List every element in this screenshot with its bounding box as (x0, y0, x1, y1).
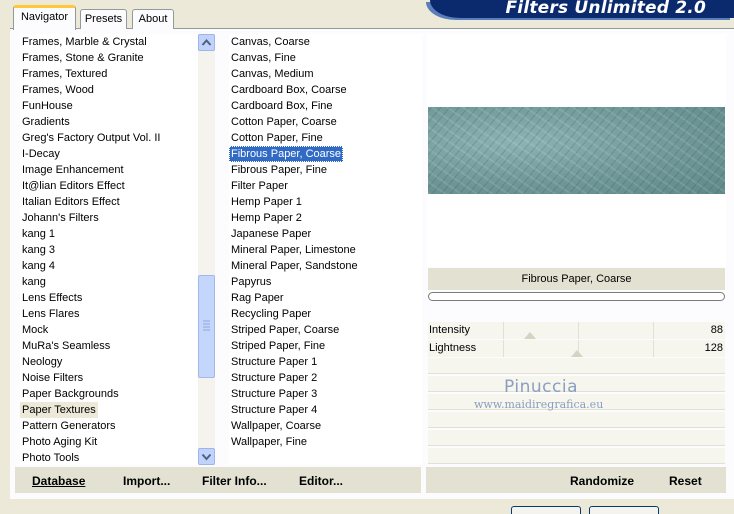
category-list-item[interactable]: Noise Filters (20, 370, 85, 386)
tab-navigator[interactable]: Navigator (13, 5, 76, 30)
filter-list-item[interactable]: Structure Paper 4 (229, 402, 319, 418)
category-list-item[interactable]: Johann's Filters (20, 210, 101, 226)
category-list-item[interactable]: kang (20, 274, 48, 290)
randomize-button[interactable]: Randomize (570, 474, 634, 488)
app-title: Filters Unlimited 2.0 (505, 0, 706, 18)
filter-list-item[interactable]: Structure Paper 3 (229, 386, 319, 402)
filter-list-item[interactable]: Striped Paper, Coarse (229, 322, 341, 338)
filter-list-item[interactable]: Hemp Paper 1 (229, 194, 304, 210)
filter-list-item[interactable]: Cotton Paper, Coarse (229, 114, 339, 130)
category-list-item[interactable]: MuRa's Seamless (20, 338, 112, 354)
category-list-item[interactable]: kang 1 (20, 226, 57, 242)
filter-list[interactable]: Canvas, Coarse Canvas, Fine Canvas, Medium… (229, 34, 422, 465)
editor-button[interactable]: Editor... (299, 474, 343, 488)
import-button[interactable]: Import... (123, 474, 170, 488)
category-list-item[interactable]: Italian Editors Effect (20, 194, 122, 210)
database-button[interactable]: Database (32, 474, 85, 488)
slider-thumb[interactable] (524, 332, 536, 339)
title-banner: Filters Unlimited 2.0 (430, 0, 734, 18)
reset-button[interactable]: Reset (669, 474, 702, 488)
filter-list-item[interactable]: Mineral Paper, Limestone (229, 242, 358, 258)
category-list-item[interactable]: Paper Textures (20, 402, 98, 418)
category-list-item[interactable]: kang 4 (20, 258, 57, 274)
category-list-item[interactable]: Mock (20, 322, 50, 338)
slider-thumb[interactable] (571, 350, 583, 357)
empty-slider-row (428, 358, 725, 374)
category-list-item[interactable]: Neology (20, 354, 64, 370)
filter-list-item[interactable]: Structure Paper 1 (229, 354, 319, 370)
texture-preview-image (428, 107, 725, 194)
category-list-item[interactable]: Paper Backgrounds (20, 386, 121, 402)
category-scrollbar[interactable] (198, 34, 215, 465)
category-list-item[interactable]: Greg's Factory Output Vol. II (20, 130, 162, 146)
slider-value: 128 (704, 342, 723, 354)
filter-list-item[interactable]: Rag Paper (229, 290, 286, 306)
category-list-item[interactable]: Frames, Marble & Crystal (20, 34, 149, 50)
filter-info-button[interactable]: Filter Info... (202, 474, 267, 488)
category-list-item[interactable]: Lens Effects (20, 290, 84, 306)
filter-list-item[interactable]: Wallpaper, Coarse (229, 418, 323, 434)
empty-slider-row (428, 430, 725, 446)
category-list-item[interactable]: Gradients (20, 114, 72, 130)
filter-list-item[interactable]: Fibrous Paper, Fine (229, 162, 329, 178)
slider-intensity[interactable]: Intensity 88 (428, 322, 725, 339)
slider-label: Lightness (429, 342, 477, 354)
slider-lightness[interactable]: Lightness 128 (428, 340, 725, 357)
category-list-item[interactable]: Frames, Textured (20, 66, 109, 82)
selected-filter-name: Fibrous Paper, Coarse (428, 268, 725, 290)
scroll-up-button[interactable] (198, 34, 215, 51)
filter-list-item[interactable]: Hemp Paper 2 (229, 210, 304, 226)
slider-label: Intensity (429, 324, 470, 336)
filter-list-item[interactable]: Canvas, Fine (229, 50, 298, 66)
filter-list-item[interactable]: Canvas, Medium (229, 66, 316, 82)
filter-list-item[interactable]: Wallpaper, Fine (229, 434, 309, 450)
scroll-down-button[interactable] (198, 448, 215, 465)
empty-slider-row (428, 412, 725, 428)
filter-list-item[interactable]: Cardboard Box, Coarse (229, 82, 349, 98)
category-list-item[interactable]: Pattern Generators (20, 418, 118, 434)
category-list-item[interactable]: Lens Flares (20, 306, 81, 322)
category-list-item[interactable]: It@lian Editors Effect (20, 178, 127, 194)
filter-list-item[interactable]: Fibrous Paper, Coarse (229, 146, 344, 162)
progress-bar (428, 292, 725, 301)
category-list-item[interactable]: kang 3 (20, 242, 57, 258)
category-list-item[interactable]: Frames, Stone & Granite (20, 50, 146, 66)
slider-value: 88 (710, 324, 723, 336)
filter-list-item[interactable]: Cotton Paper, Fine (229, 130, 325, 146)
tab-about[interactable]: About (132, 9, 174, 29)
empty-slider-row (428, 448, 725, 464)
category-list-item[interactable]: Frames, Wood (20, 82, 96, 98)
category-list-item[interactable]: Photo Tools (20, 450, 81, 466)
watermark-url: www.maidiregrafica.eu (474, 398, 604, 411)
filter-list-item[interactable]: Recycling Paper (229, 306, 313, 322)
filter-list-item[interactable]: Canvas, Coarse (229, 34, 312, 50)
triangle-down-icon (201, 453, 212, 461)
tab-presets[interactable]: Presets (80, 9, 127, 29)
filter-list-item[interactable]: Mineral Paper, Sandstone (229, 258, 360, 274)
watermark-name: Pinuccia (504, 377, 578, 397)
filter-list-item[interactable]: Cardboard Box, Fine (229, 98, 335, 114)
category-list-item[interactable]: Image Enhancement (20, 162, 126, 178)
filter-list-item[interactable]: Papyrus (229, 274, 273, 290)
category-list-item[interactable]: Photo Aging Kit (20, 434, 99, 450)
triangle-up-icon (201, 38, 212, 46)
filter-list-item[interactable]: Striped Paper, Fine (229, 338, 327, 354)
category-list-item[interactable]: FunHouse (20, 98, 75, 114)
filter-list-item[interactable]: Structure Paper 2 (229, 370, 319, 386)
category-list[interactable]: Frames, Marble & Crystal Frames, Stone & … (20, 34, 198, 465)
scroll-thumb[interactable] (198, 275, 215, 378)
filter-list-item[interactable]: Japanese Paper (229, 226, 313, 242)
filter-list-item[interactable]: Filter Paper (229, 178, 290, 194)
category-list-item[interactable]: I-Decay (20, 146, 62, 162)
